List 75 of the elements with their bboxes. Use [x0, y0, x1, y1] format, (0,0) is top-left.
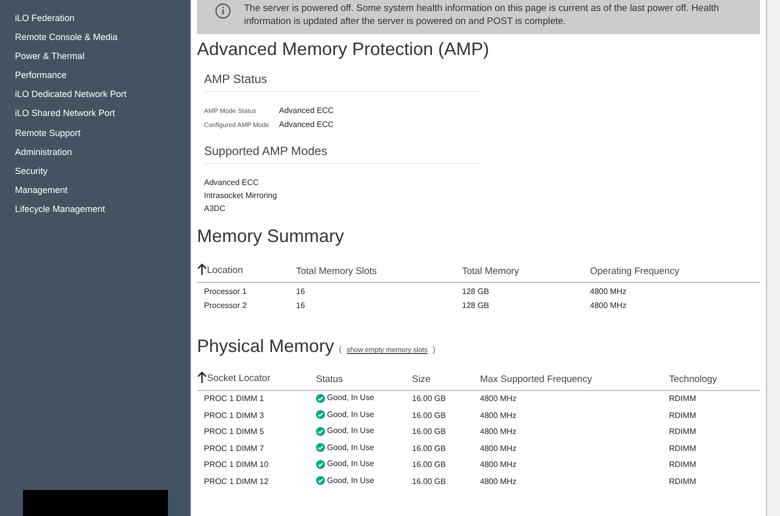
table-cell-text: Good, In Use: [327, 425, 374, 437]
column-header[interactable]: Location: [207, 265, 243, 276]
sidebar-item[interactable]: Management: [15, 180, 190, 200]
sidebar-item[interactable]: Power & Thermal: [15, 47, 190, 66]
section-title: Advanced Memory Protection (AMP): [197, 38, 490, 60]
table-cell-text: Good, In Use: [327, 408, 374, 420]
table-cell-text: 128 GB: [462, 300, 490, 312]
notice-text: The server is powered off. Some system health information on this page is current as of the last power off. Health information is updated after the server is powered on and POST is complete.: [244, 2, 720, 28]
column-header[interactable]: Size: [412, 374, 430, 384]
column-header[interactable]: Max Supported Frequency: [480, 374, 592, 384]
table-cell-text: 16: [296, 286, 305, 298]
table-cell-text: 16.00 GB: [412, 410, 446, 422]
column-header[interactable]: Operating Frequency: [590, 266, 680, 276]
column-header[interactable]: Total Memory Slots: [296, 266, 377, 276]
sidebar-item[interactable]: Performance: [15, 66, 190, 86]
column-header[interactable]: Socket Locator: [207, 373, 270, 384]
table-cell-text: 16: [296, 300, 305, 312]
amp-mode: Intrasocket Mirroring: [204, 190, 278, 202]
sidebar-item[interactable]: iLO Federation: [15, 9, 190, 28]
subsection-title: Supported AMP Modes: [204, 144, 328, 158]
table-cell-text: 4800 MHz: [590, 286, 626, 298]
table-cell-text: PROC 1 DIMM 1: [204, 393, 264, 406]
section-title: Physical Memory: [197, 335, 334, 357]
table-cell-text: 4800 MHz: [590, 300, 626, 312]
table-cell-text: Processor 1: [204, 286, 247, 298]
table-cell-text: PROC 1 DIMM 5: [204, 426, 264, 438]
table-cell-text: 16.00 GB: [412, 442, 446, 455]
table-cell-text: 16.00 GB: [412, 426, 446, 438]
table-cell-text: RDIMM: [669, 476, 696, 488]
sidebar-item[interactable]: iLO Dedicated Network Port: [15, 85, 190, 104]
field-value: Advanced ECC: [279, 105, 334, 117]
table-cell-text: RDIMM: [669, 459, 696, 472]
amp-mode: Advanced ECC: [204, 177, 260, 189]
table-cell-text: 4800 MHz: [480, 393, 516, 406]
table-cell-text: RDIMM: [669, 442, 696, 455]
column-header[interactable]: Status: [316, 374, 343, 384]
table-cell-text: 4800 MHz: [480, 459, 516, 472]
table-cell-text: PROC 1 DIMM 7: [204, 442, 264, 455]
table-cell-text: Good, In Use: [327, 458, 374, 470]
parenthesis: (: [339, 345, 342, 354]
sidebar-item[interactable]: Security: [15, 162, 190, 181]
subsection-title: AMP Status: [204, 72, 268, 86]
sort-up-icon[interactable]: [197, 263, 207, 276]
table-cell-text: 16.00 GB: [412, 459, 446, 472]
table-cell-text: Processor 2: [204, 300, 247, 312]
section-title: Memory Summary: [197, 225, 346, 247]
table-cell-text: RDIMM: [669, 426, 696, 438]
amp-mode: A3DC: [204, 203, 226, 215]
sidebar-item[interactable]: iLO Shared Network Port: [15, 104, 190, 124]
table-cell-text: 4800 MHz: [480, 442, 516, 455]
sidebar-item[interactable]: Remote Console & Media: [15, 28, 190, 48]
table-cell-text: PROC 1 DIMM 10: [204, 459, 268, 472]
table-cell-text: PROC 1 DIMM 3: [204, 410, 264, 422]
column-header[interactable]: Total Memory: [462, 266, 520, 276]
table-cell-text: 128 GB: [462, 286, 490, 298]
table-cell-text: RDIMM: [669, 393, 696, 406]
info-icon: [215, 3, 231, 19]
table-cell-text: Good, In Use: [327, 474, 374, 486]
table-cell-text: 4800 MHz: [480, 476, 516, 488]
table-cell-text: 16.00 GB: [412, 393, 446, 406]
scrollbar[interactable]: [766, 0, 780, 516]
table-cell-text: PROC 1 DIMM 12: [204, 476, 268, 488]
table-cell-text: 16.00 GB: [412, 476, 446, 488]
table-cell-text: Good, In Use: [327, 392, 374, 404]
sidebar-item[interactable]: Remote Support: [15, 124, 190, 143]
sidebar-item[interactable]: Lifecycle Management: [15, 200, 190, 220]
column-header[interactable]: Technology: [669, 374, 718, 384]
table-cell-text: 4800 MHz: [480, 410, 516, 422]
field-value: Advanced ECC: [279, 119, 334, 131]
table-cell-text: Good, In Use: [327, 442, 374, 454]
sort-up-icon[interactable]: [197, 371, 207, 384]
sidebar-item[interactable]: Administration: [15, 142, 190, 162]
table-cell-text: RDIMM: [669, 410, 696, 422]
parenthesis: ): [432, 345, 436, 354]
table-cell-text: 4800 MHz: [480, 426, 516, 438]
